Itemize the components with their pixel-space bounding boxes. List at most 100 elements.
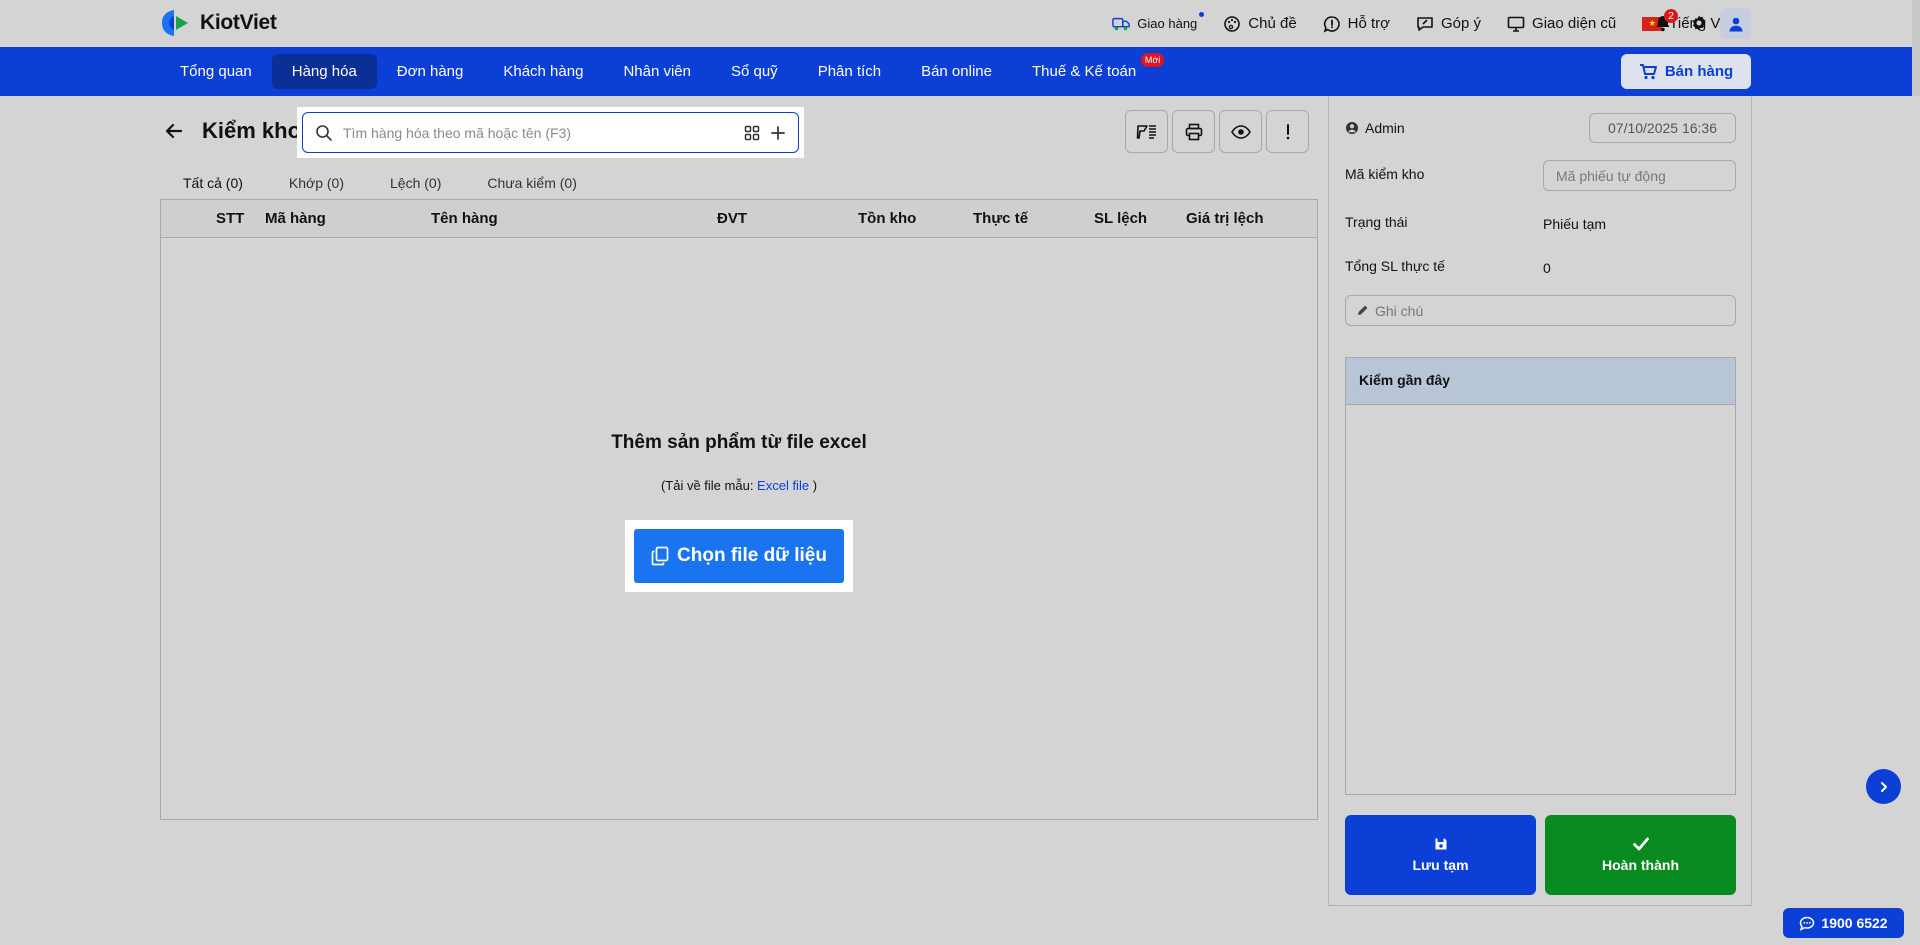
pencil-icon bbox=[1358, 305, 1368, 315]
complete-label: Hoàn thành bbox=[1602, 857, 1679, 873]
tab-matched[interactable]: Khớp (0) bbox=[266, 170, 367, 201]
print-button[interactable] bbox=[1172, 110, 1215, 153]
col-name: Tên hàng bbox=[431, 210, 498, 227]
support-label: Hỗ trợ bbox=[1347, 15, 1391, 32]
old-ui-link[interactable]: Giao diện cũ bbox=[1507, 15, 1616, 33]
search-icon bbox=[316, 124, 332, 141]
total-actual-value: 0 bbox=[1543, 260, 1551, 276]
nav-item-employees[interactable]: Nhân viên bbox=[603, 54, 711, 89]
filter-tabs: Tất cả (0) Khớp (0) Lệch (0) Chưa kiểm (… bbox=[160, 170, 600, 201]
code-label: Mã kiểm kho bbox=[1345, 166, 1425, 182]
delivery-label: Giao hàng bbox=[1137, 16, 1198, 31]
tab-all[interactable]: Tất cả (0) bbox=[160, 170, 266, 201]
hotline-number: 1900 6522 bbox=[1821, 915, 1888, 931]
brand-logo[interactable]: KiotViet bbox=[160, 8, 277, 38]
col-actual: Thực tế bbox=[973, 210, 1029, 227]
palette-icon bbox=[1224, 15, 1241, 32]
settings-button[interactable] bbox=[1684, 8, 1714, 38]
theme-link[interactable]: Chủ đề bbox=[1223, 15, 1297, 33]
delivery-truck-icon bbox=[1112, 17, 1131, 30]
nav-items: Tổng quan Hàng hóa Đơn hàng Khách hàng N… bbox=[160, 53, 1165, 89]
col-stt: STT bbox=[216, 210, 245, 227]
new-badge: Mới bbox=[1140, 53, 1165, 67]
feedback-link[interactable]: Góp ý bbox=[1416, 15, 1481, 33]
tab-unchecked[interactable]: Chưa kiểm (0) bbox=[464, 170, 600, 201]
user-icon bbox=[1729, 17, 1742, 31]
feedback-icon bbox=[1417, 16, 1433, 31]
search-box bbox=[302, 112, 799, 153]
template-suffix: ) bbox=[809, 478, 818, 493]
barcode-scanner-icon bbox=[1136, 124, 1156, 139]
barcode-scan-button[interactable] bbox=[1125, 110, 1168, 153]
nav-item-orders[interactable]: Đơn hàng bbox=[377, 54, 484, 89]
col-code: Mã hàng bbox=[265, 210, 326, 227]
total-actual-label: Tổng SL thực tế bbox=[1345, 258, 1445, 274]
tab-mismatched[interactable]: Lệch (0) bbox=[367, 170, 464, 201]
table-header: STT Mã hàng Tên hàng ĐVT Tồn kho Thực tế… bbox=[161, 200, 1317, 238]
recent-stocktakes: Kiểm gần đây bbox=[1345, 357, 1736, 795]
empty-state-subtitle: (Tải về file mẫu: Excel file ) bbox=[161, 478, 1317, 493]
nav-item-analytics[interactable]: Phân tích bbox=[798, 54, 901, 89]
hotline-button[interactable]: 1900 6522 bbox=[1783, 908, 1904, 938]
choose-file-highlight: Chọn file dữ liệu bbox=[625, 520, 853, 592]
product-search bbox=[297, 107, 804, 158]
complete-button[interactable]: Hoàn thành bbox=[1545, 815, 1736, 895]
printer-icon bbox=[1185, 123, 1202, 140]
col-diff-qty: SL lệch bbox=[1094, 210, 1148, 227]
info-button[interactable] bbox=[1266, 110, 1309, 153]
help-chat-icon bbox=[1323, 15, 1340, 33]
inventory-table: STT Mã hàng Tên hàng ĐVT Tồn kho Thực tế… bbox=[160, 199, 1318, 820]
notification-count-badge: 2 bbox=[1664, 9, 1678, 23]
brand-name: KiotViet bbox=[200, 11, 277, 34]
search-input[interactable] bbox=[343, 124, 734, 141]
save-draft-button[interactable]: Lưu tạm bbox=[1345, 815, 1536, 895]
nav-item-online-sales[interactable]: Bán online bbox=[901, 54, 1012, 89]
monitor-icon bbox=[1507, 16, 1525, 32]
user-avatar-button[interactable] bbox=[1720, 8, 1751, 39]
grid-view-icon[interactable] bbox=[744, 125, 760, 141]
note-field bbox=[1345, 295, 1736, 326]
sell-button-label: Bán hàng bbox=[1664, 63, 1734, 80]
chevron-right-icon bbox=[1880, 781, 1887, 792]
back-button[interactable] bbox=[163, 120, 185, 142]
support-link[interactable]: Hỗ trợ bbox=[1323, 15, 1390, 33]
current-user: Admin bbox=[1345, 120, 1405, 136]
checkmark-icon bbox=[1632, 837, 1649, 851]
preview-button[interactable] bbox=[1219, 110, 1262, 153]
floppy-disk-icon bbox=[1435, 838, 1446, 850]
delivery-link[interactable]: Giao hàng bbox=[1112, 11, 1205, 33]
stocktake-code-input[interactable] bbox=[1543, 160, 1736, 191]
exclamation-icon bbox=[1286, 123, 1289, 139]
top-bar: KiotViet Giao hàng Chủ đề Hỗ trợ Góp ý G… bbox=[0, 0, 1920, 47]
plus-icon[interactable] bbox=[770, 125, 786, 141]
status-value: Phiếu tạm bbox=[1543, 216, 1607, 232]
note-input[interactable] bbox=[1375, 302, 1725, 319]
excel-template-link[interactable]: Excel file bbox=[757, 478, 809, 493]
empty-state-title: Thêm sản phẩm từ file excel bbox=[611, 432, 867, 453]
main-nav: Tổng quan Hàng hóa Đơn hàng Khách hàng N… bbox=[0, 47, 1912, 96]
gear-icon bbox=[1693, 15, 1705, 31]
datetime-field[interactable]: 07/10/2025 16:36 bbox=[1589, 113, 1736, 143]
save-draft-label: Lưu tạm bbox=[1412, 857, 1469, 873]
old-ui-label: Giao diện cũ bbox=[1532, 15, 1617, 32]
sell-button[interactable]: Bán hàng bbox=[1621, 54, 1751, 89]
arrow-left-icon bbox=[165, 123, 183, 139]
nav-item-products[interactable]: Hàng hóa bbox=[271, 54, 377, 89]
nav-item-customers[interactable]: Khách hàng bbox=[483, 54, 603, 89]
recent-stocktakes-title: Kiểm gần đây bbox=[1346, 358, 1735, 405]
choose-file-button[interactable]: Chọn file dữ liệu bbox=[634, 529, 844, 583]
kiotviet-logo-icon bbox=[160, 8, 192, 38]
delivery-dot-indicator bbox=[1199, 11, 1205, 17]
col-unit: ĐVT bbox=[717, 210, 747, 227]
choose-file-label: Chọn file dữ liệu bbox=[677, 545, 827, 566]
copy-file-icon bbox=[651, 546, 669, 566]
nav-item-cashbook[interactable]: Sổ quỹ bbox=[711, 54, 798, 89]
user-name: Admin bbox=[1365, 120, 1405, 136]
expand-panel-button[interactable] bbox=[1866, 769, 1901, 804]
theme-label: Chủ đề bbox=[1248, 15, 1297, 32]
notification-button[interactable]: 2 bbox=[1648, 8, 1678, 38]
nav-item-tax-accounting[interactable]: Thuế & Kế toán Mới bbox=[1012, 53, 1165, 89]
window-scrollbar[interactable] bbox=[1912, 0, 1920, 96]
nav-item-overview[interactable]: Tổng quan bbox=[160, 54, 272, 89]
template-prefix: (Tải về file mẫu: bbox=[660, 478, 758, 493]
